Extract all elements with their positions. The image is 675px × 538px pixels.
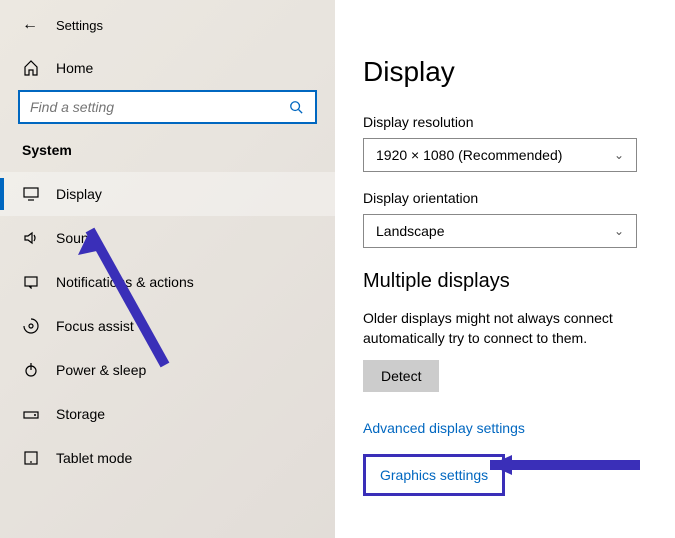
search-box[interactable] <box>18 90 317 124</box>
main-content: Display Display resolution 1920 × 1080 (… <box>335 0 675 538</box>
focus-assist-icon <box>22 318 40 334</box>
sidebar-item-focus-assist[interactable]: Focus assist <box>0 304 335 348</box>
settings-title: Settings <box>56 18 103 33</box>
advanced-display-link[interactable]: Advanced display settings <box>363 420 525 436</box>
chevron-down-icon: ⌄ <box>614 148 624 162</box>
tablet-icon <box>22 451 40 465</box>
sidebar-item-label: Focus assist <box>56 318 134 334</box>
sidebar-item-label: Display <box>56 186 102 202</box>
chevron-down-icon: ⌄ <box>614 224 624 238</box>
sidebar-item-sound[interactable]: Sound <box>0 216 335 260</box>
sidebar-item-notifications[interactable]: Notifications & actions <box>0 260 335 304</box>
detect-button[interactable]: Detect <box>363 360 439 392</box>
sidebar-item-storage[interactable]: Storage <box>0 392 335 436</box>
orientation-label: Display orientation <box>363 190 675 206</box>
graphics-settings-highlight: Graphics settings <box>363 454 505 496</box>
resolution-select[interactable]: 1920 × 1080 (Recommended) ⌄ <box>363 138 637 172</box>
sound-icon <box>22 231 40 245</box>
home-icon <box>22 60 40 76</box>
orientation-value: Landscape <box>376 223 445 239</box>
system-heading: System <box>0 142 335 172</box>
storage-icon <box>22 408 40 420</box>
sidebar-item-power-sleep[interactable]: Power & sleep <box>0 348 335 392</box>
sidebar-item-label: Power & sleep <box>56 362 146 378</box>
search-icon <box>287 100 305 114</box>
multiple-displays-text: Older displays might not always connect … <box>363 309 673 348</box>
power-icon <box>22 362 40 378</box>
sidebar-item-tablet-mode[interactable]: Tablet mode <box>0 436 335 480</box>
display-icon <box>22 187 40 201</box>
resolution-value: 1920 × 1080 (Recommended) <box>376 147 562 163</box>
sidebar: ← Settings Home System Display Sound <box>0 0 335 538</box>
sidebar-item-label: Home <box>56 60 93 76</box>
sidebar-item-display[interactable]: Display <box>0 172 335 216</box>
header-row: ← Settings <box>0 10 335 50</box>
resolution-label: Display resolution <box>363 114 675 130</box>
search-input[interactable] <box>30 99 287 115</box>
sidebar-item-label: Storage <box>56 406 105 422</box>
notifications-icon <box>22 275 40 289</box>
page-title: Display <box>363 56 675 88</box>
orientation-select[interactable]: Landscape ⌄ <box>363 214 637 248</box>
multiple-displays-heading: Multiple displays <box>363 270 675 293</box>
sidebar-item-label: Sound <box>56 230 96 246</box>
sidebar-item-label: Tablet mode <box>56 450 132 466</box>
graphics-settings-link[interactable]: Graphics settings <box>380 467 488 483</box>
back-icon[interactable]: ← <box>22 16 38 34</box>
search-row <box>0 90 335 142</box>
sidebar-item-label: Notifications & actions <box>56 274 194 290</box>
sidebar-item-home[interactable]: Home <box>0 50 335 90</box>
